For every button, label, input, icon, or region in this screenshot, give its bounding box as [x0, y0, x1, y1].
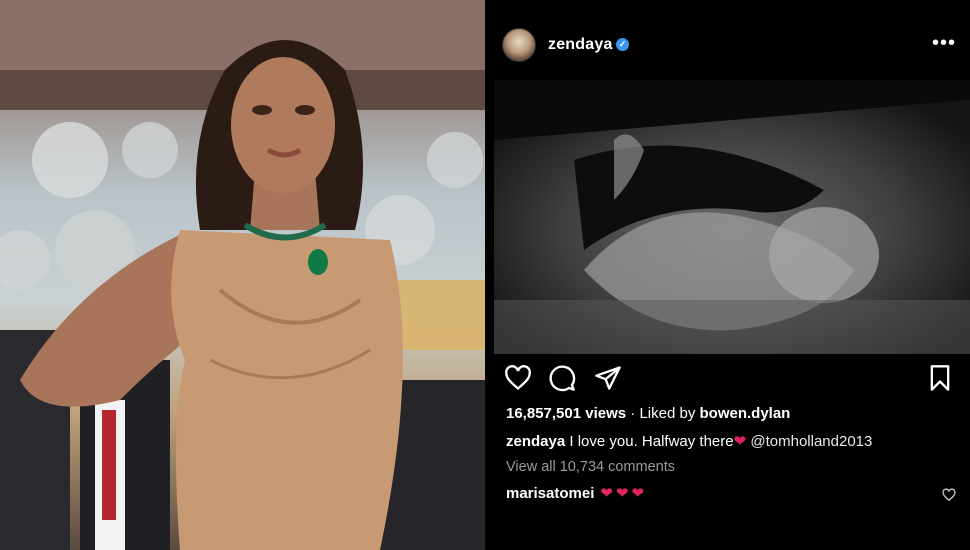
photo-illustration: [0, 0, 485, 550]
post-header: zendaya ✓ •••: [488, 26, 970, 68]
small-heart-icon[interactable]: [942, 488, 956, 502]
caption-mention[interactable]: @tomholland2013: [746, 433, 872, 450]
comment-username[interactable]: marisatomei: [506, 485, 594, 502]
more-options-icon[interactable]: •••: [932, 32, 956, 55]
paper-plane-icon[interactable]: [594, 364, 622, 392]
bookmark-icon[interactable]: [926, 364, 954, 392]
view-all-comments-link[interactable]: View all 10,734 comments: [506, 459, 675, 475]
heart-outline-icon[interactable]: [504, 364, 532, 392]
post-actions: [488, 364, 970, 394]
red-heart-emoji: ❤: [733, 433, 747, 450]
red-carpet-photo: [0, 0, 485, 550]
liked-by-prefix: Liked by: [639, 405, 700, 422]
liked-by-user[interactable]: bowen.dylan: [700, 405, 791, 422]
ultrasound-illustration: [494, 80, 970, 354]
ultrasound-image[interactable]: [494, 80, 970, 354]
avatar[interactable]: [502, 28, 536, 62]
instagram-post: zendaya ✓ ••• 16,857,501 views · Liked b…: [488, 0, 970, 550]
caption-text: I love you. Halfway there: [565, 433, 734, 450]
comment: marisatomei ❤❤❤: [506, 484, 647, 502]
caption: zendaya I love you. Halfway there❤ @tomh…: [506, 432, 872, 450]
views-count[interactable]: 16,857,501 views: [506, 405, 626, 422]
comment-hearts: ❤❤❤: [600, 485, 648, 502]
views-and-likes: 16,857,501 views · Liked by bowen.dylan: [506, 405, 790, 422]
separator: ·: [626, 405, 640, 422]
post-username[interactable]: zendaya: [548, 36, 613, 54]
comment-bubble-icon[interactable]: [548, 364, 576, 392]
caption-username[interactable]: zendaya: [506, 433, 565, 450]
verified-badge-icon: ✓: [616, 38, 629, 51]
